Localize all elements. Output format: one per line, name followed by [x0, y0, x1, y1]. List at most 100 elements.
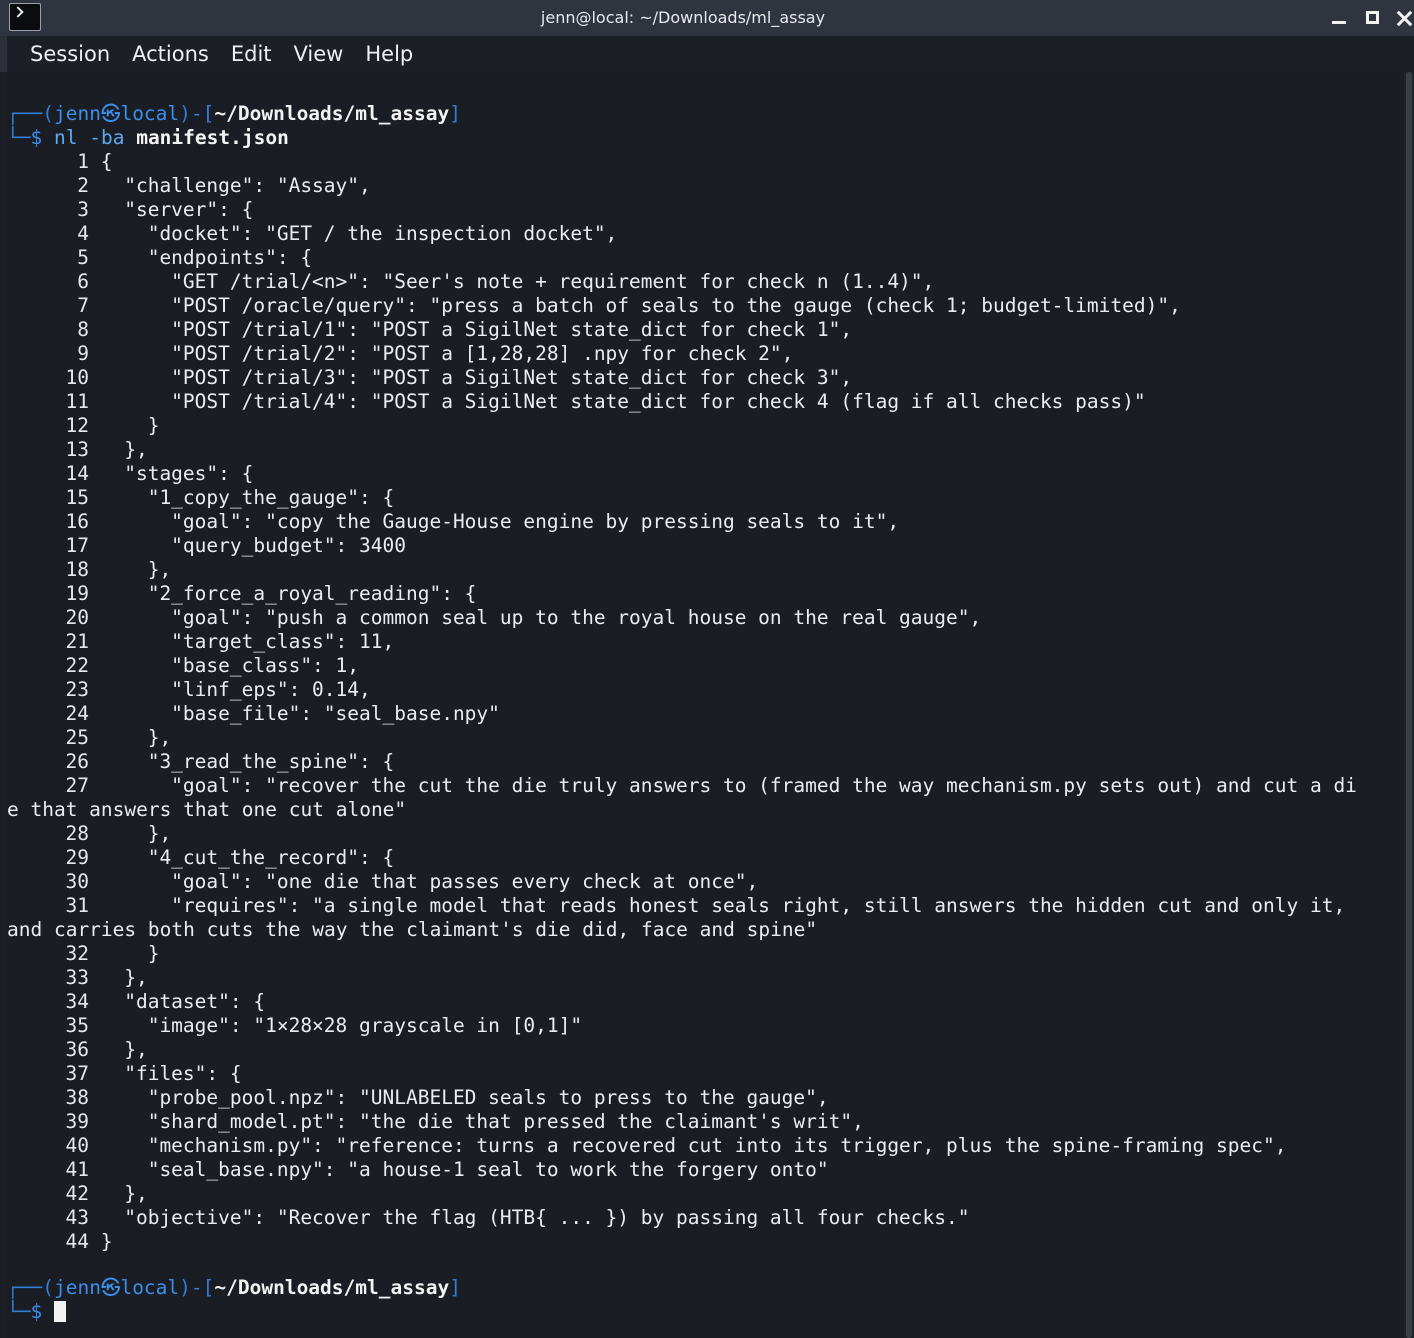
- line-text: "probe_pool.npz": "UNLABELED seals to pr…: [89, 1086, 829, 1109]
- menu-help[interactable]: Help: [354, 36, 424, 72]
- output-line: 15 "1_copy_the_gauge": {: [7, 486, 1404, 510]
- output-line: 39 "shard_model.pt": "the die that press…: [7, 1110, 1404, 1134]
- scrollbar-thumb[interactable]: [1406, 72, 1412, 1338]
- output-line: 37 "files": {: [7, 1062, 1404, 1086]
- output-line: 23 "linf_eps": 0.14,: [7, 678, 1404, 702]
- menu-actions[interactable]: Actions: [121, 36, 220, 72]
- command-line: └─$ nl -ba manifest.json: [7, 126, 289, 149]
- line-number: 27: [65, 774, 89, 797]
- line-text: },: [89, 558, 172, 581]
- line-number: 43: [65, 1206, 89, 1229]
- line-text: "2_force_a_royal_reading": {: [89, 582, 477, 605]
- line-text: "mechanism.py": "reference: turns a reco…: [89, 1134, 1287, 1157]
- line-text: "query_budget": 3400: [89, 534, 406, 557]
- line-number: 23: [65, 678, 89, 701]
- line-number: 17: [65, 534, 89, 557]
- output-line: 17 "query_budget": 3400: [7, 534, 1404, 558]
- line-text: "POST /trial/4": "POST a SigilNet state_…: [89, 390, 1146, 413]
- line-text: "dataset": {: [89, 990, 266, 1013]
- line-number: 1: [77, 150, 89, 173]
- menu-view[interactable]: View: [283, 36, 355, 72]
- output-line: 35 "image": "1×28×28 grayscale in [0,1]": [7, 1014, 1404, 1038]
- line-text: },: [89, 966, 148, 989]
- line-number: 29: [65, 846, 89, 869]
- line-text: }: [89, 1230, 113, 1253]
- line-text: "seal_base.npy": "a house-1 seal to work…: [89, 1158, 829, 1181]
- title-bar[interactable]: jenn@local: ~/Downloads/ml_assay: [0, 0, 1414, 36]
- output-line: 13 },: [7, 438, 1404, 462]
- line-text: "requires": "a single model that reads h…: [89, 894, 1346, 917]
- line-text: },: [89, 822, 172, 845]
- output-line: 5 "endpoints": {: [7, 246, 1404, 270]
- prompt-at-icon: ㉿: [100, 102, 121, 125]
- line-text: "server": {: [89, 198, 254, 221]
- output-line: 8 "POST /trial/1": "POST a SigilNet stat…: [7, 318, 1404, 342]
- maximize-icon[interactable]: [1358, 0, 1388, 36]
- output-line: 10 "POST /trial/3": "POST a SigilNet sta…: [7, 366, 1404, 390]
- line-number: 18: [65, 558, 89, 581]
- prompt-host: local: [120, 102, 180, 125]
- line-text: "POST /trial/2": "POST a [1,28,28] .npy …: [89, 342, 794, 365]
- menu-session[interactable]: Session: [19, 36, 121, 72]
- line-number: 34: [65, 990, 89, 1013]
- line-text: "1_copy_the_gauge": {: [89, 486, 395, 509]
- output-line: 34 "dataset": {: [7, 990, 1404, 1014]
- output-line: 3 "server": {: [7, 198, 1404, 222]
- output-line: 19 "2_force_a_royal_reading": {: [7, 582, 1404, 606]
- output-line: 20 "goal": "push a common seal up to the…: [7, 606, 1404, 630]
- line-text: "POST /oracle/query": "press a batch of …: [89, 294, 1181, 317]
- line-text: },: [89, 438, 148, 461]
- line-number: 36: [65, 1038, 89, 1061]
- line-number: 12: [65, 414, 89, 437]
- terminal-window: jenn@local: ~/Downloads/ml_assay Session…: [0, 0, 1414, 1338]
- line-text: "endpoints": {: [89, 246, 313, 269]
- input-line[interactable]: └─$: [7, 1300, 1404, 1324]
- output-line: 24 "base_file": "seal_base.npy": [7, 702, 1404, 726]
- line-number: 40: [65, 1134, 89, 1157]
- close-icon[interactable]: [1392, 0, 1414, 36]
- output-line: 6 "GET /trial/<n>": "Seer's note + requi…: [7, 270, 1404, 294]
- output-line: 7 "POST /oracle/query": "press a batch o…: [7, 294, 1404, 318]
- minimize-icon[interactable]: [1324, 0, 1354, 36]
- output-line: 27 "goal": "recover the cut the die trul…: [7, 774, 1404, 798]
- line-text: "files": {: [89, 1062, 242, 1085]
- line-number: 16: [65, 510, 89, 533]
- menu-edit[interactable]: Edit: [220, 36, 283, 72]
- window-title: jenn@local: ~/Downloads/ml_assay: [540, 8, 826, 27]
- line-number: 44: [65, 1230, 89, 1253]
- line-number: 33: [65, 966, 89, 989]
- line-text: "POST /trial/3": "POST a SigilNet state_…: [89, 366, 853, 389]
- line-number: 35: [65, 1014, 89, 1037]
- output-line: 22 "base_class": 1,: [7, 654, 1404, 678]
- line-number: 21: [65, 630, 89, 653]
- output-line: 1 {: [7, 150, 1404, 174]
- line-text: },: [89, 1038, 148, 1061]
- line-number: 28: [65, 822, 89, 845]
- line-text: "objective": "Recover the flag (HTB{ ...…: [89, 1206, 970, 1229]
- output-line: 38 "probe_pool.npz": "UNLABELED seals to…: [7, 1086, 1404, 1110]
- line-text: "base_class": 1,: [89, 654, 360, 677]
- line-text: {: [89, 150, 113, 173]
- output-line: 18 },: [7, 558, 1404, 582]
- prompt-user: jenn: [53, 1276, 101, 1299]
- line-text: "shard_model.pt": "the die that pressed …: [89, 1110, 864, 1133]
- line-text: "base_file": "seal_base.npy": [89, 702, 500, 725]
- line-number: 26: [65, 750, 89, 773]
- prompt-at-icon: ㉿: [100, 1276, 121, 1299]
- command-file: manifest.json: [136, 126, 289, 149]
- line-text: }: [89, 414, 160, 437]
- output-line: 33 },: [7, 966, 1404, 990]
- output-line: 26 "3_read_the_spine": {: [7, 750, 1404, 774]
- terminal-output[interactable]: ┌──(jenn㉿local)-[~/Downloads/ml_assay] └…: [7, 72, 1404, 1338]
- line-text: },: [89, 726, 172, 749]
- line-number: 10: [65, 366, 89, 389]
- output-line: 40 "mechanism.py": "reference: turns a r…: [7, 1134, 1404, 1158]
- output-line: 21 "target_class": 11,: [7, 630, 1404, 654]
- prompt-line-1: ┌──(jenn㉿local)-[~/Downloads/ml_assay]: [7, 102, 461, 125]
- output-line: 4 "docket": "GET / the inspection docket…: [7, 222, 1404, 246]
- line-text: }: [89, 942, 160, 965]
- line-number: 20: [65, 606, 89, 629]
- output-line: 30 "goal": "one die that passes every ch…: [7, 870, 1404, 894]
- line-text: "goal": "push a common seal up to the ro…: [89, 606, 982, 629]
- scrollbar[interactable]: [1404, 72, 1414, 1338]
